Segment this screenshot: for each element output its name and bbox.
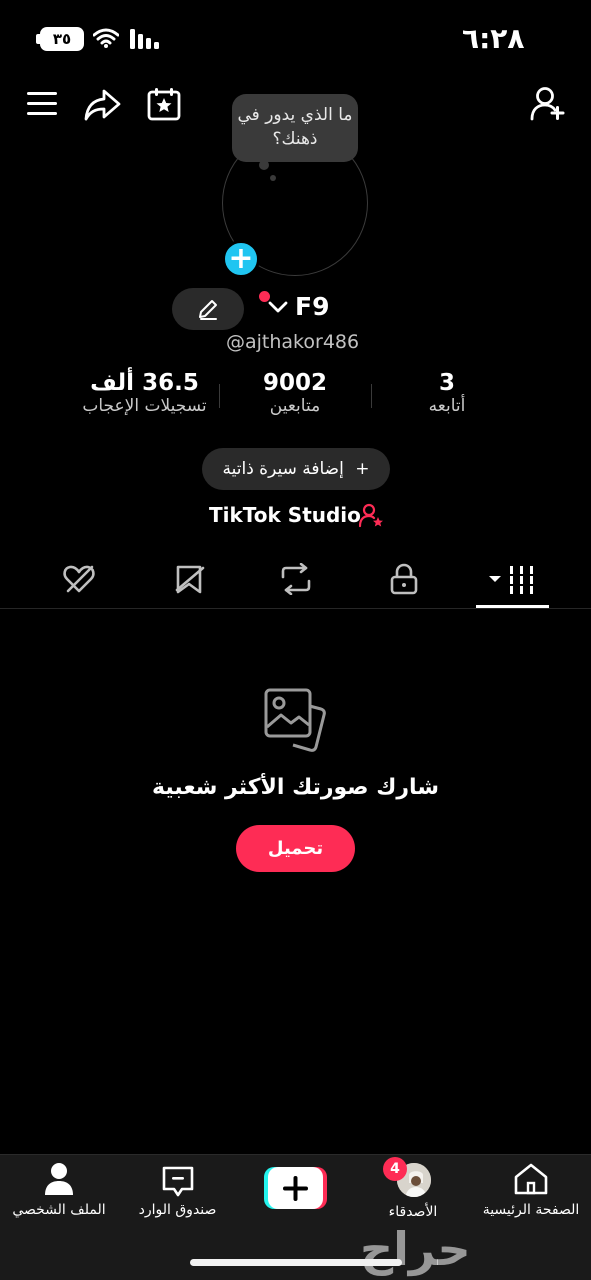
repost-icon: [281, 563, 311, 595]
stat-following[interactable]: 3 أتابعه: [397, 370, 497, 416]
stat-value: 36.5 ألف: [90, 370, 199, 396]
status-time: ٦:٢٨: [462, 22, 525, 55]
stat-value: 9002: [262, 370, 327, 396]
nav-home[interactable]: الصفحة الرئيسية: [472, 1162, 590, 1218]
nav-profile-label: الملف الشخصي: [12, 1202, 106, 1218]
calendar-star-icon[interactable]: [147, 87, 181, 121]
watermark: حراج: [360, 1222, 471, 1276]
menu-icon[interactable]: [27, 90, 59, 118]
home-indicator: [190, 1259, 402, 1266]
add-avatar-button[interactable]: +: [222, 240, 260, 278]
thought-bubble[interactable]: ما الذي يدور في ذهنك؟: [232, 94, 358, 162]
creator-icon: [359, 503, 385, 529]
nav-profile[interactable]: الملف الشخصي: [0, 1162, 118, 1218]
tab-reposts[interactable]: [279, 563, 313, 595]
add-friend-icon[interactable]: [530, 86, 568, 122]
person-icon: [45, 1163, 73, 1195]
pencil-icon: [199, 300, 217, 320]
plus-icon: +: [355, 459, 370, 479]
heart-off-icon: [63, 565, 95, 593]
tabs-divider: [0, 608, 591, 609]
tab-favorites-hidden[interactable]: [173, 563, 205, 595]
grid-icon: [489, 566, 537, 594]
lock-icon: [390, 563, 418, 595]
signal-icon: [130, 29, 160, 49]
friends-badge: 4: [383, 1157, 407, 1181]
username: @ajthakor486: [226, 331, 360, 353]
wifi-icon: [93, 28, 119, 48]
stat-label: أتابعه: [428, 396, 466, 416]
display-name[interactable]: F9: [295, 292, 329, 321]
edit-profile-button[interactable]: [172, 288, 244, 330]
stat-label: متابعين: [269, 396, 321, 416]
tab-liked-hidden[interactable]: [62, 563, 96, 595]
nav-friends-label[interactable]: الأصدقاء: [368, 1204, 458, 1220]
add-bio-button[interactable]: إضافة سيرة ذاتية +: [202, 448, 390, 490]
stat-value: 3: [438, 370, 455, 396]
chevron-down-icon[interactable]: [268, 300, 288, 314]
active-tab-indicator: [476, 605, 549, 608]
tab-videos[interactable]: [487, 565, 537, 595]
nav-home-label: الصفحة الرئيسية: [482, 1202, 580, 1218]
create-button[interactable]: [264, 1167, 327, 1209]
empty-state-title: شارك صورتك الأكثر شعبية: [152, 775, 439, 800]
home-icon: [514, 1163, 548, 1195]
nav-inbox[interactable]: صندوق الوارد: [120, 1164, 235, 1218]
bubble-tail-dot: [270, 175, 276, 181]
stat-followers[interactable]: 9002 متابعين: [235, 370, 355, 416]
nav-inbox-label: صندوق الوارد: [138, 1202, 217, 1218]
inbox-icon: [162, 1166, 193, 1197]
add-bio-label: إضافة سيرة ذاتية: [222, 459, 344, 479]
battery-indicator: ٣٥: [40, 27, 84, 51]
photos-icon: [263, 687, 329, 755]
tiktok-studio-link[interactable]: TikTok Studio: [209, 503, 361, 527]
share-icon[interactable]: [84, 88, 122, 122]
tab-private[interactable]: [389, 563, 419, 595]
plus-icon: [264, 1167, 327, 1209]
stat-divider: [371, 384, 372, 408]
stat-label: تسجيلات الإعجاب: [82, 396, 207, 416]
bookmark-off-icon: [175, 565, 205, 594]
upload-button[interactable]: تحميل: [236, 825, 355, 872]
stat-likes[interactable]: 36.5 ألف تسجيلات الإعجاب: [62, 370, 227, 416]
